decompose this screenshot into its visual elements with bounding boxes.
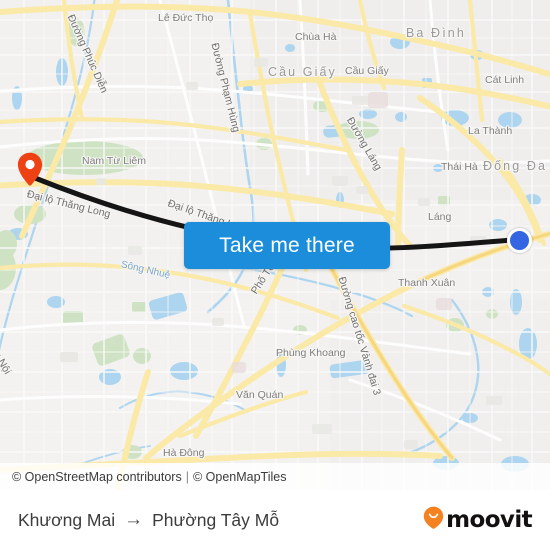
moovit-pin-icon [423, 506, 444, 534]
route-destination-label: Phường Tây Mỗ [152, 509, 280, 530]
route-summary: Khương Mai → Phường Tây Mỗ [18, 510, 279, 531]
moovit-map-screen: .w { fill:#aed5ef; } .grn { fill:#cfe3c4… [0, 0, 550, 550]
destination-dot[interactable] [507, 228, 532, 253]
attribution-openmaptiles[interactable]: © OpenMapTiles [193, 470, 287, 484]
route-origin-label: Khương Mai [18, 509, 116, 530]
arrow-right-icon: → [124, 508, 144, 530]
map-canvas[interactable]: .w { fill:#aed5ef; } .grn { fill:#cfe3c4… [0, 0, 550, 490]
origin-pin[interactable] [17, 152, 43, 186]
attribution-separator: | [185, 469, 189, 484]
moovit-wordmark: moovit [446, 507, 532, 533]
moovit-logo[interactable]: moovit [423, 506, 533, 534]
attribution-osm[interactable]: © OpenStreetMap contributors [12, 470, 182, 484]
map-attribution: © OpenStreetMap contributors | © OpenMap… [0, 463, 550, 490]
take-me-there-button[interactable]: Take me there [184, 222, 390, 269]
footer-bar: Khương Mai → Phường Tây Mỗ moovit [0, 490, 550, 550]
